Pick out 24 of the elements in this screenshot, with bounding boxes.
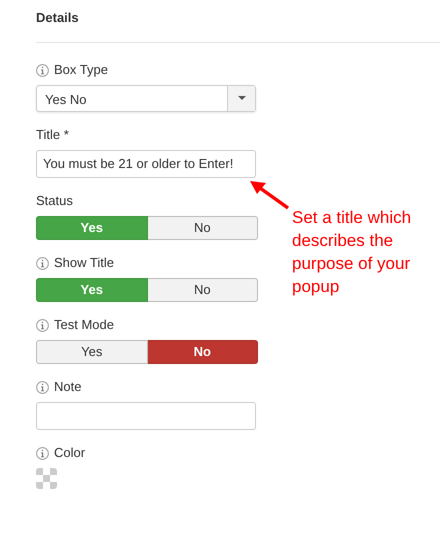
info-icon[interactable] bbox=[36, 256, 49, 270]
annotation-text: Set a title which describes the purpose of your popup bbox=[292, 207, 412, 298]
arrow bbox=[250, 180, 290, 210]
field-label: Box Type bbox=[54, 61, 108, 80]
caret-icon bbox=[238, 96, 246, 100]
toggle-option[interactable]: Yes bbox=[36, 340, 148, 364]
text-field[interactable]: You must be 21 or older to Enter! bbox=[36, 150, 256, 178]
text-field[interactable] bbox=[36, 402, 256, 430]
toggle-option[interactable]: No bbox=[148, 278, 258, 302]
section-heading: Details bbox=[36, 10, 80, 27]
field-label: Title * bbox=[36, 126, 69, 144]
field-label: Color bbox=[54, 444, 86, 462]
info-icon[interactable] bbox=[36, 318, 49, 332]
dropdown[interactable]: Yes No bbox=[36, 84, 256, 112]
info-icon[interactable] bbox=[36, 380, 49, 394]
field-label: Test Mode bbox=[54, 316, 114, 334]
info-icon[interactable] bbox=[36, 446, 49, 460]
info-icon[interactable] bbox=[36, 64, 49, 77]
color-swatch[interactable] bbox=[36, 468, 57, 489]
toggle-option[interactable]: No bbox=[148, 216, 258, 240]
toggle-option[interactable]: No bbox=[148, 340, 258, 364]
field-label: Status bbox=[36, 192, 73, 210]
field-label: Note bbox=[54, 378, 82, 396]
field-label: Show Title bbox=[54, 254, 114, 272]
